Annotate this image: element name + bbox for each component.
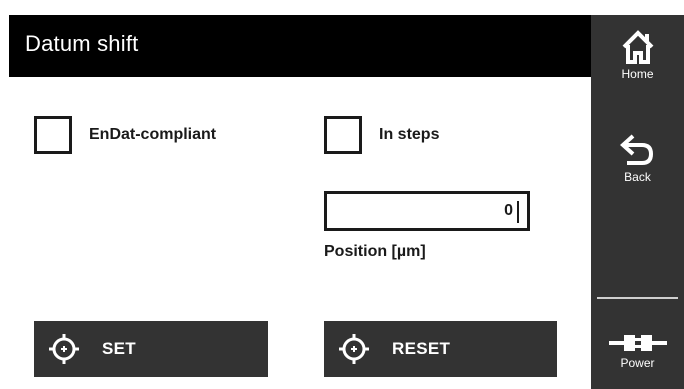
set-button[interactable]: SET [34,321,268,377]
home-button[interactable]: Home [591,29,684,81]
position-label: Position [µm] [324,243,426,260]
power-button[interactable]: Power [591,332,684,370]
reset-label: RESET [392,339,451,358]
endat-compliant-label: EnDat-compliant [89,126,217,143]
position-value: 0 [504,202,513,219]
back-label: Back [624,170,651,184]
sidebar-divider [597,297,678,299]
right-sidebar: Home Back Power [591,15,684,389]
set-label: SET [102,339,136,358]
power-label: Power [620,356,655,370]
position-input[interactable]: 0 [324,191,530,231]
page-title: Datum shift [25,31,139,56]
crosshair-icon [49,334,79,364]
in-steps-checkbox[interactable] [324,116,362,154]
reset-button[interactable]: RESET [324,321,557,377]
crosshair-icon [339,334,369,364]
back-arrow-icon [619,134,653,165]
endat-compliant-option[interactable]: EnDat-compliant [34,116,216,154]
back-button[interactable]: Back [591,134,684,184]
in-steps-label: In steps [379,126,440,143]
endat-compliant-checkbox[interactable] [34,116,72,154]
home-label: Home [621,67,654,81]
text-cursor [517,201,519,223]
title-bar: Datum shift [9,15,591,77]
power-connector-icon [608,335,667,351]
in-steps-option[interactable]: In steps [324,116,439,154]
datum-shift-screen: Datum shift EnDat-compliant In steps 0 P… [0,0,684,389]
main-panel: EnDat-compliant In steps 0 Position [µm]… [9,77,591,389]
home-icon [622,30,653,64]
